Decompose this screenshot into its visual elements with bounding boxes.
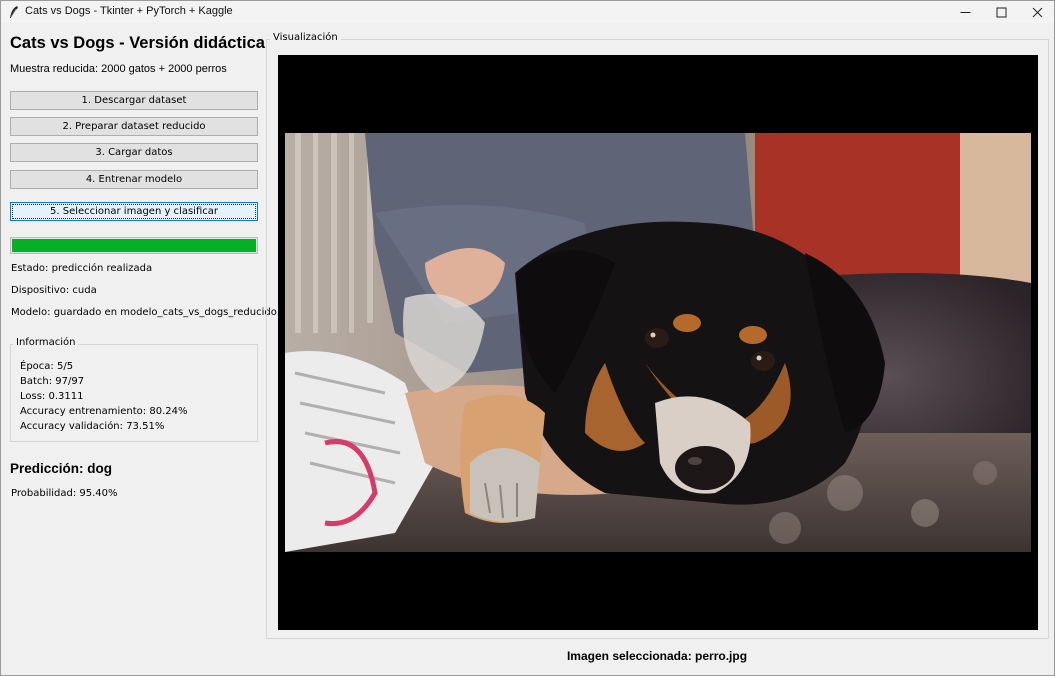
minimize-icon [960,11,970,13]
minimize-button[interactable] [947,1,983,23]
sample-subtitle: Muestra reducida: 2000 gatos + 2000 perr… [10,63,227,75]
load-data-button[interactable]: 3. Cargar datos [10,143,258,162]
visualization-legend: Visualización [270,32,341,43]
progress-bar [10,237,258,254]
status-model: Modelo: guardado en modelo_cats_vs_dogs_… [11,307,297,318]
button-label: 2. Preparar dataset reducido [62,121,206,132]
probability-label: Probabilidad: 95.40% [11,488,118,499]
app-window: Cats vs Dogs - Tkinter + PyTorch + Kaggl… [0,0,1055,676]
title-bar[interactable]: Cats vs Dogs - Tkinter + PyTorch + Kaggl… [1,1,1054,23]
info-loss: Loss: 0.3111 [20,391,84,402]
button-label: 4. Entrenar modelo [85,174,183,185]
info-legend: Información [13,337,79,348]
window-title: Cats vs Dogs - Tkinter + PyTorch + Kaggl… [25,5,233,17]
maximize-button[interactable] [983,1,1019,23]
focus-ring [12,204,256,219]
button-label: 1. Descargar dataset [81,95,187,106]
image-canvas [278,55,1038,630]
status-device: Dispositivo: cuda [11,285,97,296]
info-train-accuracy: Accuracy entrenamiento: 80.24% [20,406,188,417]
dog-photo [285,133,1031,552]
maximize-icon [996,7,1006,17]
info-batch: Batch: 97/97 [20,376,85,387]
info-epoch: Época: 5/5 [20,361,74,372]
app-heading: Cats vs Dogs - Versión didáctica [10,34,265,52]
status-state: Estado: predicción realizada [11,263,153,274]
feather-icon [10,6,18,18]
download-dataset-button[interactable]: 1. Descargar dataset [10,91,258,110]
prediction-label: Predicción: dog [10,461,113,476]
select-and-classify-button[interactable]: 5. Seleccionar imagen y clasificar [10,202,258,221]
train-model-button[interactable]: 4. Entrenar modelo [10,170,258,189]
close-icon [1032,7,1042,17]
selected-image-label: Imagen seleccionada: perro.jpg [566,649,748,663]
info-val-accuracy: Accuracy validación: 73.51% [20,421,165,432]
prepare-dataset-button[interactable]: 2. Preparar dataset reducido [10,117,258,136]
button-label: 3. Cargar datos [95,147,173,158]
close-button[interactable] [1019,1,1055,23]
progress-bar-fill [12,239,256,252]
